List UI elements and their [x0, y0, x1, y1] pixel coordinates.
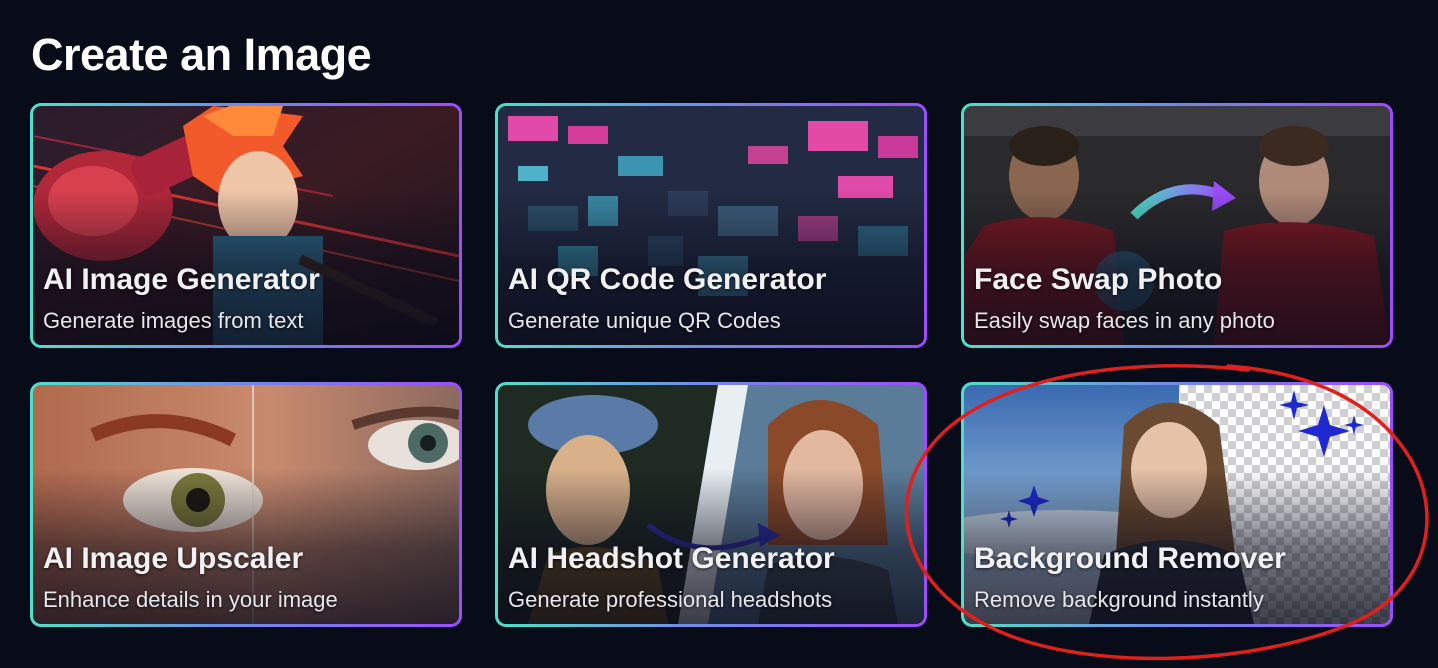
- card-subtitle: Easily swap faces in any photo: [974, 308, 1275, 333]
- card-ai-qr-code-generator[interactable]: AI QR Code Generator Generate unique QR …: [495, 103, 927, 348]
- card-ai-headshot-generator[interactable]: AI Headshot Generator Generate professio…: [495, 382, 927, 627]
- card-subtitle: Generate unique QR Codes: [508, 308, 781, 333]
- card-background-remover[interactable]: Background Remover Remove background ins…: [961, 382, 1393, 627]
- card-title: Face Swap Photo: [974, 263, 1223, 296]
- card-title: AI Image Generator: [43, 263, 320, 296]
- card-ai-image-upscaler[interactable]: AI Image Upscaler Enhance details in you…: [30, 382, 462, 627]
- card-title: AI QR Code Generator: [508, 263, 827, 296]
- create-image-section: Create an Image AI Image Generator Gener…: [0, 0, 1438, 668]
- card-title: AI Headshot Generator: [508, 542, 835, 575]
- card-title: Background Remover: [974, 542, 1286, 575]
- card-face-swap-photo[interactable]: Face Swap Photo Easily swap faces in any…: [961, 103, 1393, 348]
- card-subtitle: Remove background instantly: [974, 587, 1264, 612]
- card-subtitle: Generate professional headshots: [508, 587, 833, 612]
- card-ai-image-generator[interactable]: AI Image Generator Generate images from …: [30, 103, 462, 348]
- card-subtitle: Generate images from text: [43, 308, 304, 333]
- page-title: Create an Image: [31, 29, 372, 80]
- card-title: AI Image Upscaler: [43, 542, 304, 575]
- card-subtitle: Enhance details in your image: [43, 587, 338, 612]
